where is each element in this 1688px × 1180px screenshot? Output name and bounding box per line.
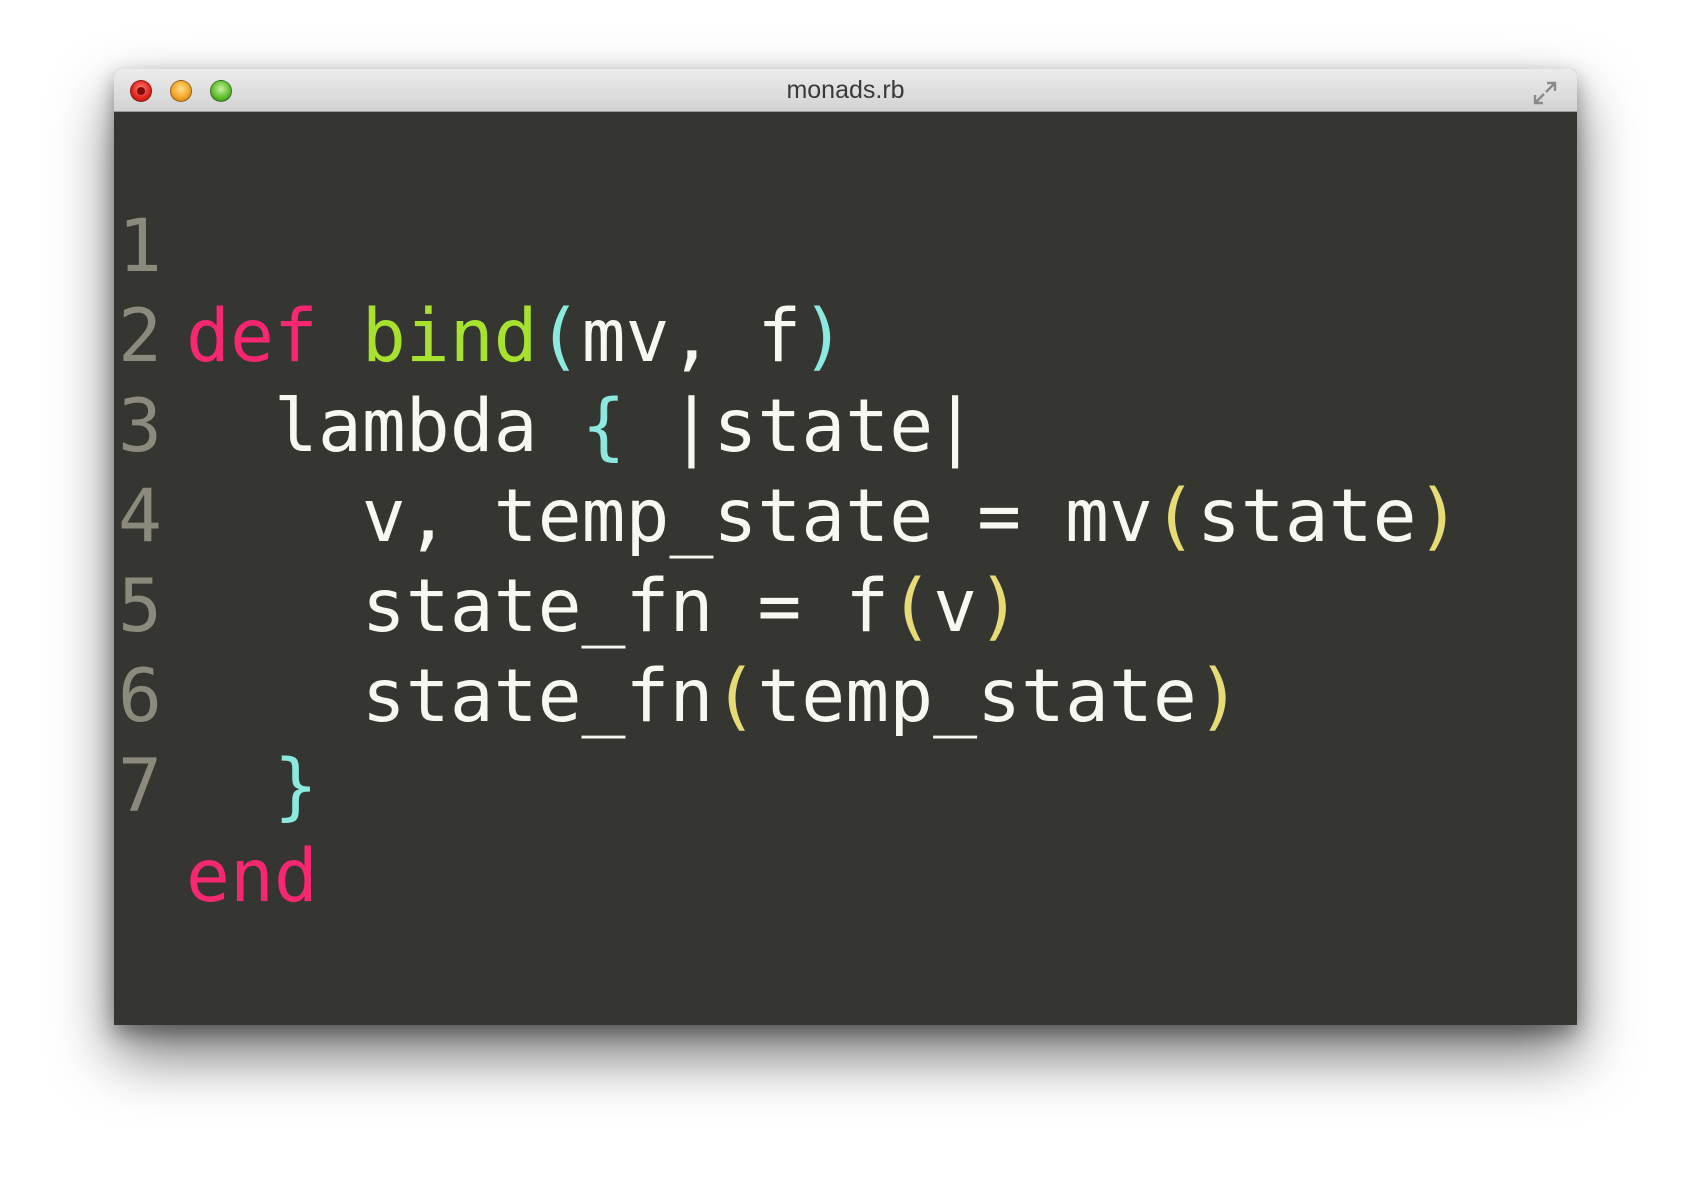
code-line: 6 }	[114, 562, 378, 829]
code-line: 5 state_fn(temp_state)	[114, 472, 1241, 739]
brace-token: {	[581, 384, 626, 469]
line-number: 7	[118, 744, 162, 829]
code-editor[interactable]: 1 def bind(mv, f) 2 lambda { |state| 3 v…	[114, 112, 1577, 1025]
code-line: 2 lambda { |state|	[114, 202, 977, 469]
text-token: state	[1196, 474, 1417, 559]
paren-token: )	[977, 564, 1022, 649]
keyword-token: end	[186, 834, 318, 919]
text-token: v	[933, 564, 978, 649]
text-token: |state|	[625, 384, 978, 469]
title-bar: monads.rb	[114, 69, 1577, 112]
paren-token: )	[1416, 474, 1461, 559]
paren-token: (	[1152, 474, 1197, 559]
code-line: 4 state_fn = f(v)	[114, 382, 1021, 649]
code-line: 3 v, temp_state = mv(state)	[114, 292, 1461, 559]
paren-token: (	[537, 294, 582, 379]
paren-token: )	[1196, 654, 1241, 739]
editor-window: monads.rb 1 def bind(mv, f) 2 lambda { |…	[114, 69, 1577, 1025]
text-token: mv, f	[581, 294, 802, 379]
fullscreen-icon[interactable]	[1531, 79, 1559, 107]
code-text: end	[186, 832, 318, 922]
paren-token: )	[801, 294, 846, 379]
text-token: temp_state	[757, 654, 1197, 739]
window-title: monads.rb	[786, 76, 905, 104]
code-line: 1 def bind(mv, f)	[114, 112, 845, 379]
paren-token: (	[713, 654, 758, 739]
function-name-token: bind	[361, 294, 538, 379]
code-line: 7 end	[114, 652, 378, 919]
paren-token: (	[889, 564, 934, 649]
